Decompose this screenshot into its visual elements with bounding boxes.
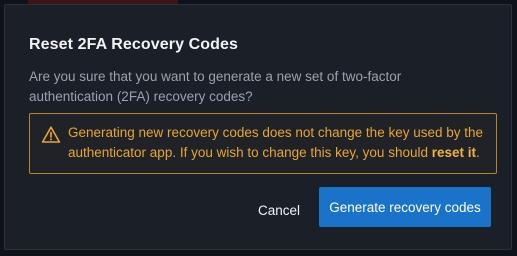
generate-recovery-codes-button[interactable]: Generate recovery codes	[319, 187, 491, 227]
cancel-button[interactable]: Cancel	[241, 190, 317, 230]
dialog-message: Are you sure that you want to generate a…	[29, 69, 402, 104]
reset-it-link[interactable]: reset it	[432, 145, 476, 160]
dialog-title: Reset 2FA Recovery Codes	[29, 36, 239, 53]
warning-text-end: .	[476, 145, 480, 160]
warning-callout: Generating new recovery codes does not c…	[29, 113, 497, 174]
warning-triangle-icon	[41, 125, 61, 145]
warning-text: Generating new recovery codes does not c…	[68, 123, 488, 163]
warning-text-body: Generating new recovery codes does not c…	[68, 125, 484, 160]
reset-2fa-dialog: Reset 2FA Recovery Codes Are you sure th…	[4, 4, 512, 250]
